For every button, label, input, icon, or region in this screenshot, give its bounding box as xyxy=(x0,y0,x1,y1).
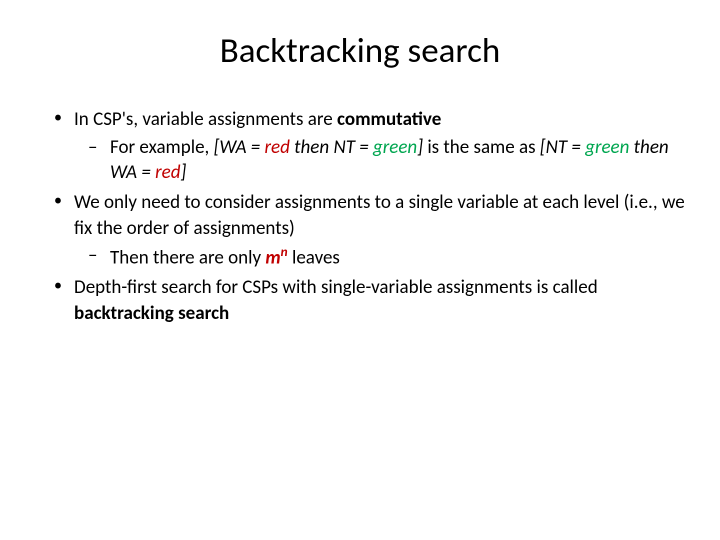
bullet-1a-mid: is the same as xyxy=(423,136,540,159)
bullet-2a-m: m xyxy=(265,247,280,270)
bullet-1a-red1: red xyxy=(265,136,290,159)
bullet-2-text: We only need to consider assignments to … xyxy=(74,191,685,240)
bullet-1a: For example, [WA = red then NT = green] … xyxy=(84,135,690,186)
bullet-1a-i1: [WA = xyxy=(214,136,265,159)
bullet-1-text: In CSP's, variable assignments are xyxy=(74,108,337,131)
bullet-list: In CSP's, variable assignments are commu… xyxy=(50,107,690,326)
bullet-1: In CSP's, variable assignments are commu… xyxy=(50,107,690,186)
bullet-2: We only need to consider assignments to … xyxy=(50,190,690,271)
bullet-1a-i6: ] xyxy=(180,161,186,184)
bullet-3-bold: backtracking search xyxy=(74,302,229,325)
bullet-2a-n: n xyxy=(281,243,288,260)
bullet-1a-red2: red xyxy=(155,161,180,184)
bullet-3: Depth-first search for CSPs with single-… xyxy=(50,275,690,326)
slide-title: Backtracking search xyxy=(30,30,690,72)
bullet-1a-green2: green xyxy=(585,136,629,159)
bullet-1a-pre: For example, xyxy=(110,136,214,159)
bullet-1-bold: commutative xyxy=(337,108,441,131)
bullet-2-sublist: Then there are only mn leaves xyxy=(74,243,690,271)
slide-body: In CSP's, variable assignments are commu… xyxy=(30,107,690,326)
bullet-2a-post: leaves xyxy=(288,247,340,270)
bullet-2a: Then there are only mn leaves xyxy=(84,243,690,271)
bullet-1a-green1: green xyxy=(373,136,417,159)
bullet-1a-i4: [NT = xyxy=(540,136,585,159)
bullet-1-sublist: For example, [WA = red then NT = green] … xyxy=(74,135,690,186)
bullet-1a-i2: then NT = xyxy=(290,136,373,159)
bullet-2a-pre: Then there are only xyxy=(110,247,265,270)
bullet-3-text: Depth-first search for CSPs with single-… xyxy=(74,276,598,299)
